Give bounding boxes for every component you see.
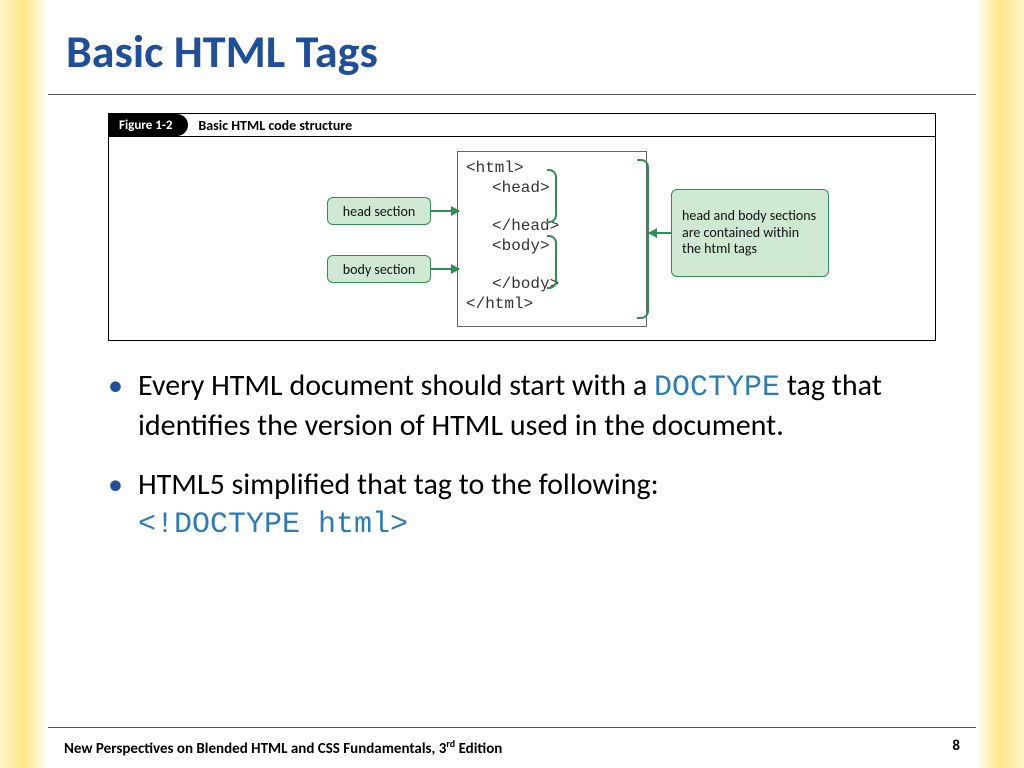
bullet-list: Every HTML document should start with a …	[108, 367, 940, 545]
slide-content: Basic HTML Tags Figure 1-2 Basic HTML co…	[48, 0, 976, 768]
bracket-icon	[637, 159, 649, 319]
footer-rule	[48, 727, 976, 728]
callout-html-container: head and body sections are contained wit…	[671, 189, 829, 277]
bracket-icon	[547, 169, 557, 223]
figure-body: <html> <head> </head> <body> </body> </h…	[108, 137, 936, 341]
bracket-icon	[547, 235, 557, 289]
side-gradient-left	[0, 0, 48, 768]
callout-body-section: body section	[327, 255, 431, 283]
figure-label: Figure 1-2	[109, 114, 188, 136]
figure-header: Figure 1-2 Basic HTML code structure	[108, 113, 936, 137]
side-gradient-right	[976, 0, 1024, 768]
arrow-icon	[431, 268, 459, 270]
callout-head-section: head section	[327, 197, 431, 225]
footer-page-number: 8	[952, 737, 960, 758]
arrow-icon	[649, 232, 671, 234]
title-rule	[48, 94, 976, 95]
bullet-item: Every HTML document should start with a …	[108, 367, 940, 446]
inline-code: <!DOCTYPE html>	[138, 508, 408, 542]
bullet-text: HTML5 simplified that tag to the followi…	[138, 466, 659, 503]
code-line: </html>	[466, 294, 638, 314]
inline-code: DOCTYPE	[654, 371, 780, 405]
footer-book-title: New Perspectives on Blended HTML and CSS…	[64, 737, 502, 758]
slide-title: Basic HTML Tags	[48, 0, 976, 90]
footer: New Perspectives on Blended HTML and CSS…	[48, 737, 976, 758]
bullet-item: HTML5 simplified that tag to the followi…	[108, 466, 940, 545]
figure-1-2: Figure 1-2 Basic HTML code structure <ht…	[108, 113, 936, 341]
bullet-text: Every HTML document should start with a	[138, 367, 654, 404]
figure-caption: Basic HTML code structure	[188, 114, 362, 136]
arrow-icon	[431, 210, 459, 212]
